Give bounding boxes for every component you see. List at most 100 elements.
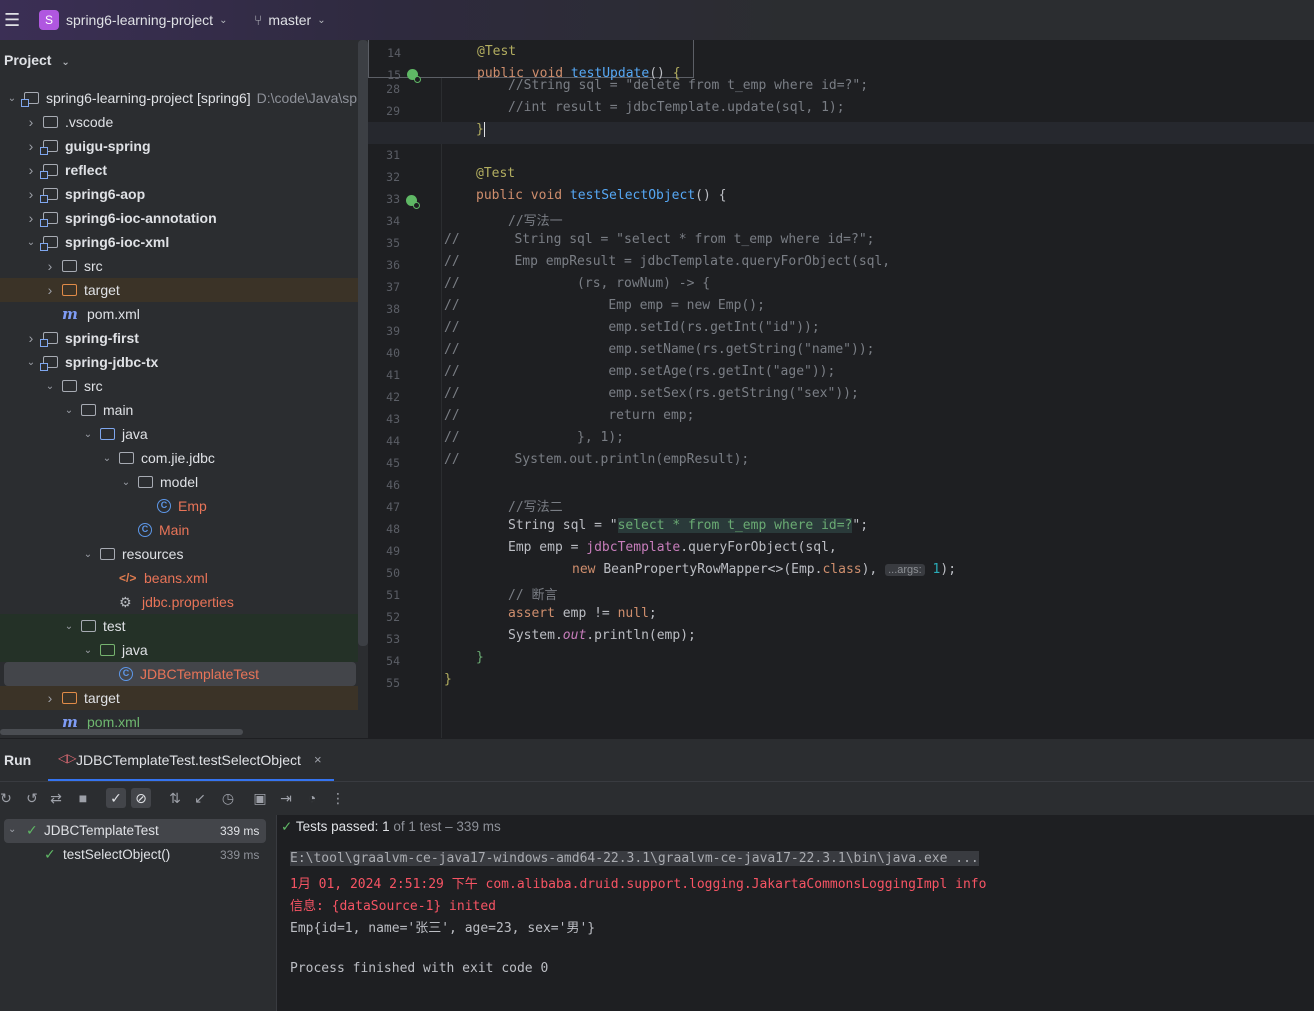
- project-selector[interactable]: S spring6-learning-project ⌄: [39, 0, 227, 40]
- folder-icon: [62, 284, 77, 296]
- run-test-icon[interactable]: [406, 195, 420, 209]
- chevron-right-icon[interactable]: ›: [25, 186, 37, 202]
- code-editor[interactable]: 2829303132333435363738394041424344454647…: [368, 40, 1314, 738]
- rerun-icon[interactable]: ↻: [0, 788, 16, 808]
- tree-item[interactable]: ⌄ model: [0, 470, 358, 494]
- main-menu-button[interactable]: ☰: [4, 0, 22, 40]
- folder-icon: [81, 620, 96, 632]
- folder-icon: [119, 452, 134, 464]
- code-line-50: new BeanPropertyRowMapper<>(Emp.class), …: [572, 562, 957, 577]
- code-line-38: // Emp emp = new Emp();: [444, 298, 765, 313]
- sort-icon[interactable]: ⇅: [165, 788, 185, 808]
- tree-item[interactable]: C Main: [0, 518, 358, 542]
- chevron-down-icon[interactable]: ⌄: [6, 93, 18, 104]
- camera-icon[interactable]: ▣: [250, 788, 270, 808]
- test-root-row[interactable]: ⌄ ✓ JDBCTemplateTest 339 ms: [4, 819, 266, 843]
- tree-item[interactable]: › target: [0, 278, 358, 302]
- tree-item[interactable]: ⌄ src: [0, 374, 358, 398]
- folder-icon: [62, 380, 77, 392]
- tree-item-label: pom.xml: [87, 306, 140, 322]
- vertical-scrollbar[interactable]: [358, 40, 368, 646]
- class-icon: C: [138, 523, 152, 537]
- console-output[interactable]: ✓ Tests passed: 1 of 1 test – 339 ms E:\…: [277, 815, 1314, 1011]
- chevron-right-icon[interactable]: ›: [25, 138, 37, 154]
- chevron-right-icon[interactable]: ›: [25, 210, 37, 226]
- tree-item[interactable]: › .vscode: [0, 110, 358, 134]
- tree-item[interactable]: </> beans.xml: [0, 566, 358, 590]
- tree-item-label: spring-jdbc-tx: [65, 354, 159, 370]
- tree-item-label: src: [84, 378, 103, 394]
- test-method-row[interactable]: ✓ testSelectObject() 339 ms: [4, 843, 266, 867]
- branch-selector[interactable]: ⑂ master ⌄: [254, 0, 326, 40]
- run-test-icon[interactable]: [407, 69, 421, 83]
- show-ignored-icon[interactable]: ⊘: [131, 788, 151, 808]
- tree-item[interactable]: m pom.xml: [0, 302, 358, 326]
- chevron-right-icon[interactable]: ›: [44, 258, 56, 274]
- tree-item-label: spring6-aop: [65, 186, 146, 202]
- test-config-icon: ◁▷: [58, 751, 77, 765]
- tree-item[interactable]: ⌄ java: [0, 638, 358, 662]
- chevron-right-icon[interactable]: ›: [25, 162, 37, 178]
- test-method-time: 339 ms: [220, 848, 260, 862]
- console-command-line[interactable]: E:\tool\graalvm-ce-java17-windows-amd64-…: [290, 851, 979, 866]
- collapse-icon[interactable]: ↙: [190, 788, 210, 808]
- chevron-down-icon[interactable]: ⌄: [82, 429, 94, 440]
- chevron-down-icon: ⌄: [317, 14, 326, 26]
- tree-item[interactable]: › target: [0, 686, 358, 710]
- chevron-down-icon[interactable]: ⌄: [25, 357, 37, 368]
- tree-item[interactable]: ⚙ jdbc.properties: [0, 590, 358, 614]
- chevron-right-icon[interactable]: ›: [44, 690, 56, 706]
- chevron-down-icon[interactable]: ⌄: [25, 237, 37, 248]
- import-icon[interactable]: ⇥: [276, 788, 296, 808]
- parameter-hint: ...args:: [885, 564, 925, 576]
- code-line-51: // 断言: [508, 588, 558, 603]
- tree-item[interactable]: › guigu-spring: [0, 134, 358, 158]
- tree-item[interactable]: ⌄ com.jie.jdbc: [0, 446, 358, 470]
- chevron-down-icon[interactable]: ⌄: [44, 381, 56, 392]
- chevron-right-icon[interactable]: ›: [25, 330, 37, 346]
- sticky-scroll-header[interactable]: 14 15 @Test public void testUpdate() {: [368, 40, 694, 83]
- project-panel-header[interactable]: Project ⌄: [4, 52, 70, 68]
- tree-item[interactable]: ⌄ main: [0, 398, 358, 422]
- tree-item[interactable]: ⌄ test: [0, 614, 358, 638]
- tree-item[interactable]: ⌄ spring6-learning-project [spring6] D:\co…: [0, 86, 358, 110]
- tree-item[interactable]: ⌄ spring6-ioc-xml: [0, 230, 358, 254]
- code-area[interactable]: //String sql = "delete from t_emp where …: [368, 40, 1314, 738]
- toggle-auto-test-icon[interactable]: ⇄: [46, 788, 66, 808]
- stop-icon[interactable]: ■: [73, 788, 93, 808]
- rerun-failed-icon[interactable]: ↺: [22, 788, 42, 808]
- tab-run-config[interactable]: ◁▷ JDBCTemplateTest.testSelectObject ×: [48, 739, 334, 781]
- tree-item[interactable]: › spring6-aop: [0, 182, 358, 206]
- tree-item[interactable]: › reflect: [0, 158, 358, 182]
- show-passed-icon[interactable]: ✓: [106, 788, 126, 808]
- maven-icon: m: [62, 305, 78, 323]
- code-line-44: // }, 1);: [444, 430, 625, 445]
- chevron-down-icon[interactable]: ⌄: [82, 645, 94, 656]
- more-icon[interactable]: ⋮: [328, 788, 348, 808]
- code-line-45: // System.out.println(empResult);: [444, 452, 750, 467]
- tree-item[interactable]: › spring-first: [0, 326, 358, 350]
- coverage-icon[interactable]: ◔: [302, 788, 322, 808]
- chevron-right-icon[interactable]: ›: [25, 114, 37, 130]
- chevron-down-icon[interactable]: ⌄: [63, 405, 75, 416]
- tree-item[interactable]: › src: [0, 254, 358, 278]
- horizontal-scrollbar[interactable]: [0, 729, 243, 735]
- tree-item[interactable]: C Emp: [0, 494, 358, 518]
- tree-item[interactable]: ⌄ resources: [0, 542, 358, 566]
- close-icon[interactable]: ×: [314, 752, 322, 767]
- tree-item[interactable]: ⌄ java: [0, 422, 358, 446]
- chevron-down-icon[interactable]: ⌄: [82, 549, 94, 560]
- chevron-down-icon[interactable]: ⌄: [63, 621, 75, 632]
- chevron-down-icon[interactable]: ⌄: [120, 477, 132, 488]
- sticky-line-text: @Test: [477, 44, 517, 59]
- tree-item[interactable]: ⌄ spring-jdbc-tx: [0, 350, 358, 374]
- history-icon[interactable]: ◷: [218, 788, 238, 808]
- code-line-55: }: [444, 672, 452, 687]
- tree-item[interactable]: › spring6-ioc-annotation: [0, 206, 358, 230]
- tree-item[interactable]: C JDBCTemplateTest: [4, 662, 356, 686]
- chevron-right-icon[interactable]: ›: [44, 282, 56, 298]
- tree-item-label: target: [84, 282, 120, 298]
- chevron-down-icon[interactable]: ⌄: [101, 453, 113, 464]
- code-line-35: // String sql = "select * from t_emp whe…: [444, 232, 875, 247]
- folder-icon: [81, 404, 96, 416]
